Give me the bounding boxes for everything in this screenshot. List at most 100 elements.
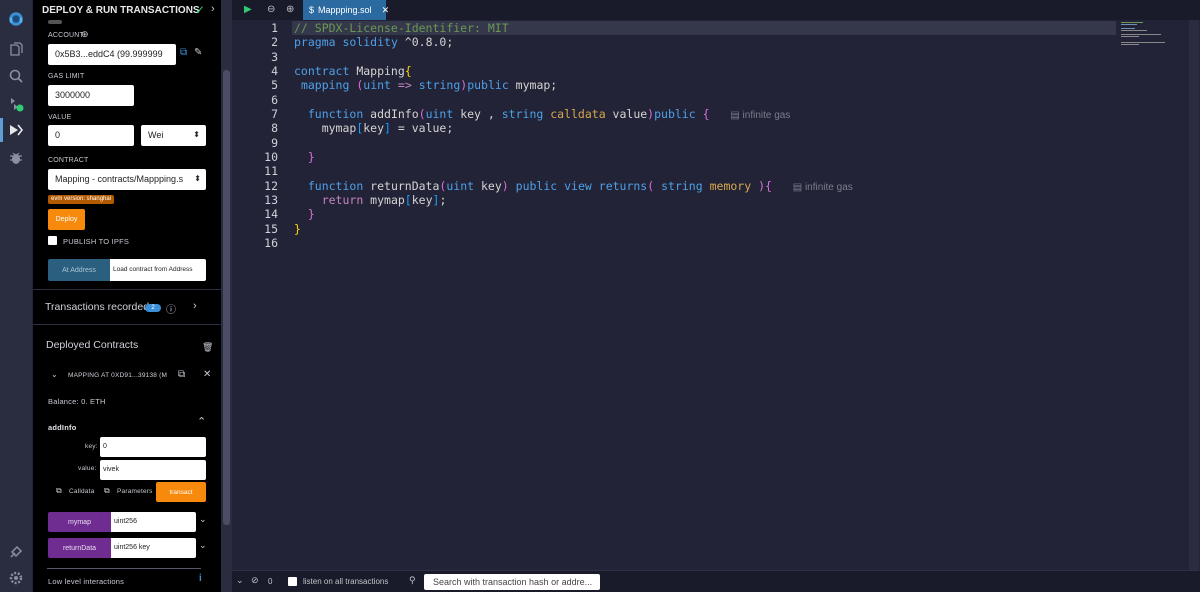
transactions-recorded-label[interactable]: Transactions recorded [45,301,149,313]
file-explorer-icon[interactable] [4,38,28,62]
value-param-label: value: [78,465,97,472]
mymap-call-button[interactable]: mymap [48,512,111,532]
gas-limit-input[interactable]: 3000000 [48,85,134,106]
solidity-compiler-icon[interactable] [4,92,28,116]
deploy-button[interactable]: Deploy [48,209,85,230]
run-script-icon[interactable]: ▶ [244,4,252,15]
account-select[interactable]: 0x5B3...eddC4 (99.999999 [48,44,176,65]
at-address-button[interactable]: At Address [48,259,110,281]
line-number: 1 [271,21,278,35]
transactions-expand-chevron-icon[interactable]: › [193,300,197,312]
code-line-15: } [294,222,301,236]
publish-ipfs-checkbox[interactable] [48,236,57,245]
zoom-in-icon[interactable]: ⊕ [286,4,294,15]
mymap-expand-chevron-icon[interactable]: ⌄ [199,514,207,525]
terminal-search-icon: ⚲ [409,575,416,585]
environment-collapsed-indicator [48,20,62,24]
settings-gear-icon[interactable] [4,566,28,590]
deploy-run-panel: DEPLOY & RUN TRANSACTIONS ✓ › ACCOUNT ⊕ … [33,0,221,592]
editor-minimap[interactable] [1119,20,1200,570]
code-line-7: function addInfo(uint key , string calld… [307,107,791,121]
listen-all-checkbox[interactable] [288,577,297,586]
low-level-interactions-label: Low level interactions [48,577,125,586]
collapse-addinfo-chevron-icon[interactable]: ⌃ [197,415,206,428]
panel-title: DEPLOY & RUN TRANSACTIONS [42,5,200,16]
balance-text: Balance: 0. ETH [48,397,106,406]
load-contract-input[interactable]: Load contract from Address [110,259,206,281]
mymap-input[interactable]: uint256 [111,512,196,532]
remix-logo-icon[interactable] [3,6,29,32]
key-param-label: key: [85,443,98,450]
add-account-plus-icon[interactable]: ⊕ [81,29,89,40]
active-plugin-indicator [0,118,3,142]
divider [33,324,221,325]
transact-button[interactable]: transact [156,482,206,502]
parameters-copy-icon[interactable]: ⧉ [104,486,110,496]
line-number: 16 [264,236,278,250]
edit-account-icon[interactable]: ✎ [194,47,202,58]
contract-select[interactable]: Mapping - contracts/Mappping.s ⬍ [48,169,206,190]
line-number: 4 [271,64,278,78]
returndata-expand-chevron-icon[interactable]: ⌄ [199,540,207,551]
code-line-12: function returnData(uint key) public vie… [307,179,853,193]
key-param-input[interactable]: 0 [100,437,206,457]
debugger-icon[interactable] [4,146,28,170]
instance-collapse-chevron-icon[interactable]: ⌄ [51,370,58,379]
terminal-bar: ⌄ ⊘ 0 listen on all transactions ⚲ Searc… [232,570,1200,592]
tab-mappping-sol[interactable]: $ Mappping.sol ✕ [303,0,389,20]
editor-toolbar: ▶ ⊖ ⊕ $ Mappping.sol ✕ [232,0,1200,20]
copy-account-icon[interactable]: ⧉ [180,47,187,58]
value-unit-select[interactable]: Wei ⬍ [141,125,206,146]
collapse-terminal-icon[interactable]: ⌄ [236,575,244,586]
contract-instance-label[interactable]: MAPPING AT 0XD91...39138 (M [68,372,167,379]
line-number: 14 [264,207,278,221]
line-number: 12 [264,179,278,193]
code-line-4: contract Mapping{ [294,64,412,78]
code-line-2: pragma solidity ^0.8.0; [294,35,454,49]
line-number: 13 [264,193,278,207]
code-editor[interactable]: 1 2 3 4 5 6 7 8 9 10 11 12 13 14 15 16 /… [232,20,1200,570]
code-line-10: } [307,150,315,164]
calldata-button[interactable]: Calldata [69,488,94,495]
plugin-manager-icon[interactable] [4,540,28,564]
contract-label: CONTRACT [48,157,89,164]
remove-instance-icon[interactable]: ✕ [203,369,211,380]
pending-tx-count: 0 [268,577,273,586]
line-number: 9 [271,136,278,150]
calldata-copy-icon[interactable]: ⧉ [56,486,62,496]
info-icon[interactable]: ⓘ [166,301,176,316]
copy-address-icon[interactable]: ⧉ [178,369,185,380]
close-tab-icon[interactable]: ✕ [382,5,390,16]
evm-version-badge: evm version: shanghai [48,195,115,204]
line-number: 6 [271,93,278,107]
listen-all-label: listen on all transactions [303,577,389,586]
panel-scrollbar-thumb[interactable] [223,70,230,525]
returndata-call-button[interactable]: returnData [48,538,111,558]
line-number: 7 [271,107,278,121]
returndata-input[interactable]: uint256 key [111,538,196,558]
zoom-out-icon[interactable]: ⊖ [267,4,275,15]
code-line-13: return mymap[key]; [321,193,447,207]
line-number: 8 [271,121,278,135]
transaction-search-input[interactable]: Search with transaction hash or addre... [424,574,600,590]
contract-select-text: Mapping - contracts/Mappping.s [55,174,184,184]
publish-ipfs-label: PUBLISH TO IPFS [63,237,130,246]
value-param-input[interactable]: vivek [100,460,206,480]
divider [33,289,221,290]
line-number: 15 [264,222,278,236]
panel-scrollbar[interactable] [221,0,232,592]
solidity-file-icon: $ [309,5,315,15]
gas-hint: ▤ infinite gas [730,110,791,121]
account-label: ACCOUNT [48,32,85,39]
line-number: 10 [264,150,278,164]
parameters-button[interactable]: Parameters [117,488,153,495]
deploy-run-icon[interactable] [4,118,28,142]
code-line-14: } [307,207,315,221]
clear-console-icon[interactable]: ⊘ [251,575,259,586]
tab-label: Mappping.sol [318,5,372,15]
chevron-right-icon[interactable]: › [211,3,215,15]
search-icon[interactable] [4,64,28,88]
value-amount-input[interactable]: 0 [48,125,134,146]
trash-icon[interactable]: 🗑 [202,342,213,353]
low-level-info-icon[interactable]: i [199,573,202,584]
